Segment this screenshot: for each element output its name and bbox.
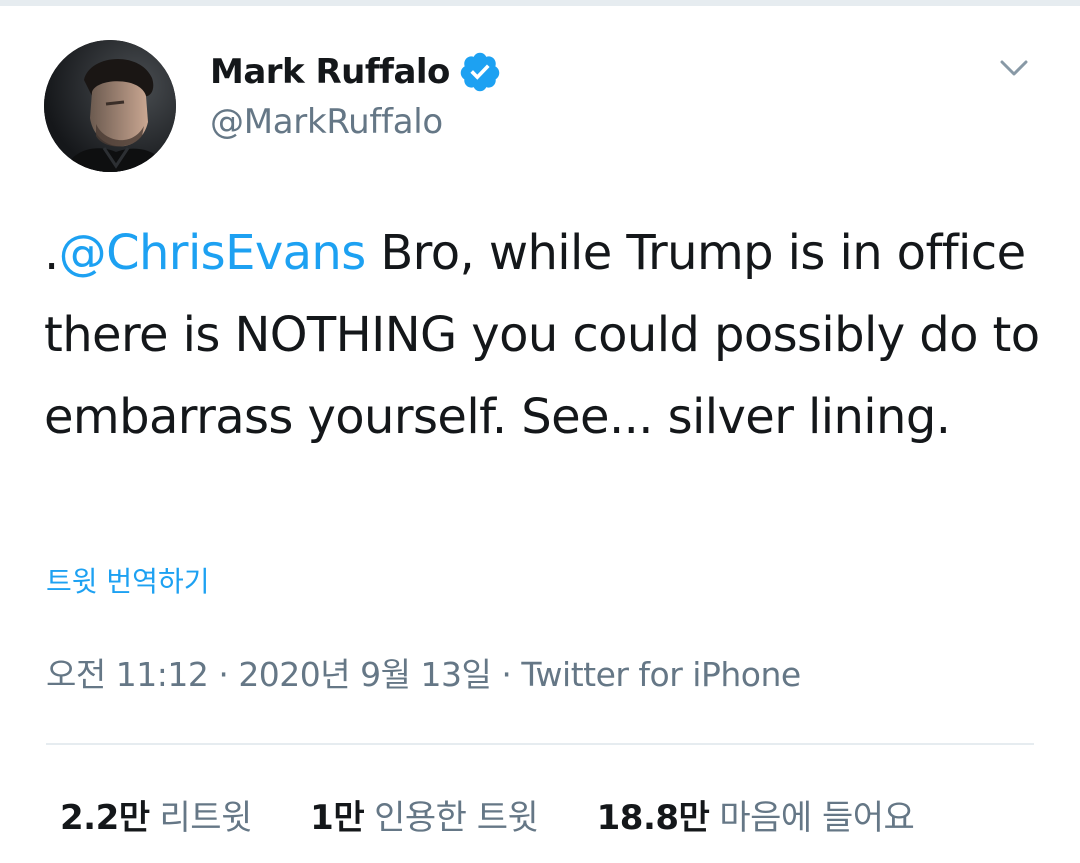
quotes-stat[interactable]: 1만 인용한 트윗 <box>310 790 539 839</box>
stats-divider <box>46 743 1034 745</box>
mention-link[interactable]: @ChrisEvans <box>59 225 367 281</box>
tweet-source[interactable]: Twitter for iPhone <box>521 655 801 694</box>
display-name-row: Mark Ruffalo <box>210 50 502 94</box>
tweet-date[interactable]: 2020년 9월 13일 <box>238 655 492 694</box>
meta-separator: · <box>218 655 229 694</box>
likes-stat[interactable]: 18.8만 마음에 들어요 <box>597 790 915 839</box>
quotes-label: 인용한 트윗 <box>374 798 539 838</box>
top-divider <box>0 0 1080 6</box>
tweet-meta: 오전 11:12 · 2020년 9월 13일 · Twitter for iPhone <box>46 648 801 696</box>
tweet-time[interactable]: 오전 11:12 <box>46 655 209 694</box>
quotes-count: 1만 <box>310 798 365 838</box>
chevron-down-icon[interactable] <box>996 50 1032 86</box>
verified-badge-icon <box>458 50 502 94</box>
retweets-label: 리트윗 <box>159 798 253 838</box>
tweet-prefix: . <box>44 225 59 281</box>
retweets-count: 2.2만 <box>60 798 150 838</box>
tweet-text: .@ChrisEvans Bro, while Trump is in offi… <box>44 212 1044 458</box>
display-name[interactable]: Mark Ruffalo <box>210 52 450 92</box>
user-handle[interactable]: @MarkRuffalo <box>210 102 443 142</box>
retweets-stat[interactable]: 2.2만 리트윗 <box>60 790 252 839</box>
translate-tweet-link[interactable]: 트윗 번역하기 <box>46 560 209 600</box>
likes-label: 마음에 들어요 <box>719 798 915 838</box>
tweet-stats: 2.2만 리트윗 1만 인용한 트윗 18.8만 마음에 들어요 <box>60 790 962 839</box>
tweet-header: Mark Ruffalo @MarkRuffalo <box>0 40 1080 180</box>
avatar[interactable] <box>44 40 176 172</box>
likes-count: 18.8만 <box>596 798 710 838</box>
meta-separator: · <box>501 655 512 694</box>
